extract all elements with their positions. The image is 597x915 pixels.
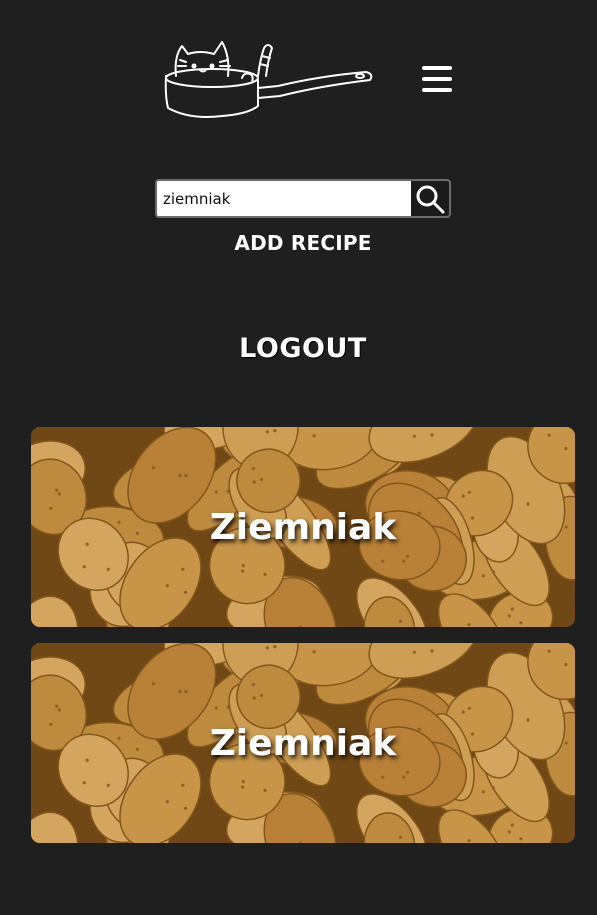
page: ADD RECIPE LOGOUT Ziemniak Ziemniak	[0, 0, 597, 915]
logout-link[interactable]: LOGOUT	[0, 333, 597, 364]
add-recipe-link[interactable]: ADD RECIPE	[0, 231, 597, 255]
search-button[interactable]	[411, 181, 449, 216]
search-icon	[416, 185, 445, 213]
menu-bar	[422, 88, 452, 92]
recipe-title: Ziemniak	[209, 506, 397, 548]
menu-bar	[422, 77, 452, 81]
search-input[interactable]	[157, 181, 411, 216]
recipe-card[interactable]: Ziemniak	[31, 643, 575, 843]
recipe-title: Ziemniak	[209, 722, 397, 764]
cat-in-pot-logo[interactable]	[160, 36, 376, 124]
hamburger-menu-icon[interactable]	[422, 64, 454, 94]
search-bar	[155, 179, 451, 218]
recipe-card[interactable]: Ziemniak	[31, 427, 575, 627]
menu-bar	[422, 66, 452, 70]
